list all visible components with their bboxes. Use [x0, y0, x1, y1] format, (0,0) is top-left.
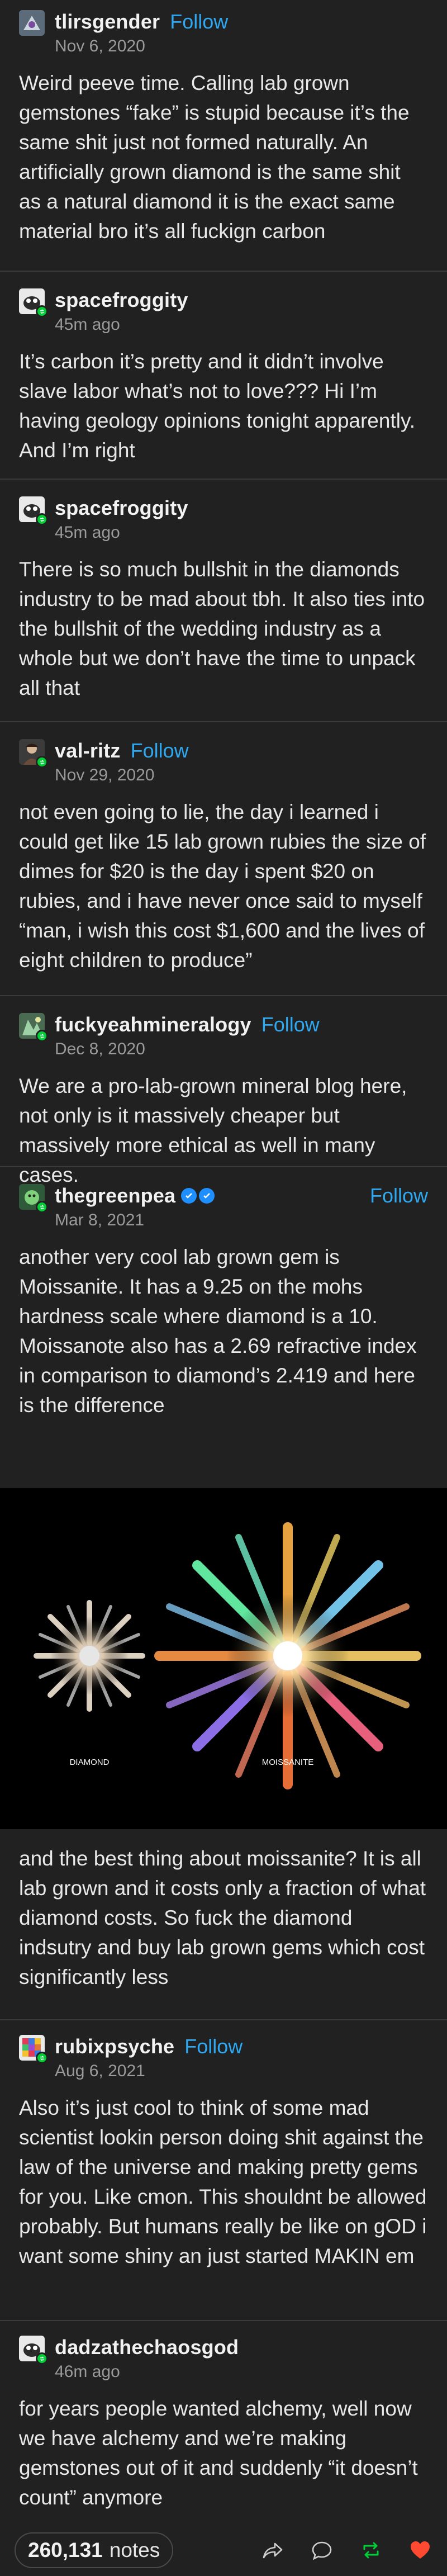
divider — [0, 2320, 447, 2321]
post-thegreenpea: thegreenpea Follow Mar 8, 2021 another v… — [0, 1184, 447, 1420]
post-dadzathechaosgod: dadzathechaosgod 46m ago for years peopl… — [0, 2336, 447, 2512]
post-spacefroggity-2: spacefroggity 45m ago There is so much b… — [0, 496, 447, 703]
divider — [0, 2019, 447, 2020]
divider — [0, 721, 447, 722]
avatar[interactable] — [19, 1184, 48, 1213]
post-text-after-image: and the best thing about moissanite? It … — [19, 1847, 426, 1988]
reblog-icon — [36, 513, 48, 525]
image-label-diamond: DIAMOND — [70, 1758, 110, 1767]
reblog-icon — [36, 305, 48, 318]
reblog-icon — [36, 1030, 48, 1042]
timestamp: Aug 6, 2021 — [55, 2062, 145, 2080]
diamond-vs-moissanite-image[interactable]: DIAMOND MOISSANITE — [0, 1488, 447, 1829]
username[interactable]: tlirsgender — [55, 10, 160, 34]
notes-count: 260,131 — [28, 2539, 103, 2561]
username[interactable]: spacefroggity — [55, 496, 188, 520]
timestamp: Mar 8, 2021 — [55, 1211, 145, 1229]
timestamp: 45m ago — [55, 315, 120, 334]
avatar[interactable] — [19, 2035, 48, 2064]
divider — [0, 479, 447, 480]
notes-count-button[interactable]: 260,131 notes — [15, 2532, 174, 2568]
avatar[interactable] — [19, 496, 48, 525]
reply-icon[interactable] — [310, 2538, 334, 2563]
username[interactable]: val-ritz — [55, 739, 121, 763]
post-text: It’s carbon it’s pretty and it didn’t in… — [19, 350, 415, 462]
avatar[interactable] — [19, 288, 48, 318]
username[interactable]: dadzathechaosgod — [55, 2336, 239, 2359]
timestamp: 46m ago — [55, 2362, 120, 2381]
post-val-ritz: val-ritz Follow Nov 29, 2020 not even go… — [0, 739, 447, 975]
timestamp: Nov 6, 2020 — [55, 37, 145, 55]
post-rubixpsyche: rubixpsyche Follow Aug 6, 2021 Also it’s… — [0, 2035, 447, 2271]
post-spacefroggity-1: spacefroggity 45m ago It’s carbon it’s p… — [0, 288, 447, 465]
post-text: not even going to lie, the day i learned… — [19, 801, 426, 972]
image-label-moissanite: MOISSANITE — [262, 1758, 314, 1767]
follow-button[interactable]: Follow — [170, 10, 228, 34]
divider — [0, 1166, 447, 1167]
reblog-icon — [36, 756, 48, 768]
share-icon[interactable] — [260, 2538, 285, 2563]
notes-label: notes — [109, 2539, 160, 2561]
post-tlirsgender: tlirsgender Follow Nov 6, 2020 Weird pee… — [0, 10, 447, 246]
timestamp: Nov 29, 2020 — [55, 766, 155, 784]
timestamp: 45m ago — [55, 523, 120, 542]
post-text: Also it’s just cool to think of some mad… — [19, 2096, 427, 2267]
username[interactable]: rubixpsyche — [55, 2035, 174, 2058]
avatar[interactable] — [19, 2336, 48, 2365]
reblog-icon — [36, 1201, 48, 1213]
post-fuckyeahmineralogy: fuckyeahmineralogy Follow Dec 8, 2020 We… — [0, 1013, 447, 1190]
post-text: for years people wanted alchemy, well no… — [19, 2397, 418, 2509]
post-text: There is so much bullshit in the diamond… — [19, 558, 425, 699]
avatar[interactable] — [19, 1013, 48, 1042]
follow-button[interactable]: Follow — [261, 1013, 320, 1036]
follow-button[interactable]: Follow — [370, 1184, 428, 1208]
reblog-icon — [36, 2052, 48, 2064]
username[interactable]: thegreenpea — [55, 1184, 175, 1208]
follow-button[interactable]: Follow — [131, 739, 189, 763]
post-text: We are a pro-lab-grown mineral blog here… — [19, 1074, 407, 1186]
post-text: another very cool lab grown gem is Moiss… — [19, 1246, 417, 1417]
username[interactable]: fuckyeahmineralogy — [55, 1013, 251, 1036]
heart-icon[interactable] — [408, 2538, 432, 2563]
post-text: Weird peeve time. Calling lab grown gems… — [19, 72, 410, 243]
reblog-icon[interactable] — [359, 2538, 383, 2563]
avatar[interactable] — [19, 739, 48, 768]
username[interactable]: spacefroggity — [55, 288, 188, 312]
divider — [0, 271, 447, 272]
avatar[interactable] — [19, 10, 45, 36]
post-thegreenpea-continued: and the best thing about moissanite? It … — [0, 1831, 447, 1992]
verified-badge-icon — [181, 1188, 215, 1204]
reblog-icon — [36, 2352, 48, 2365]
post-footer: 260,131 notes — [0, 2525, 447, 2576]
follow-button[interactable]: Follow — [184, 2035, 242, 2058]
timestamp: Dec 8, 2020 — [55, 1040, 145, 1058]
divider — [0, 995, 447, 996]
